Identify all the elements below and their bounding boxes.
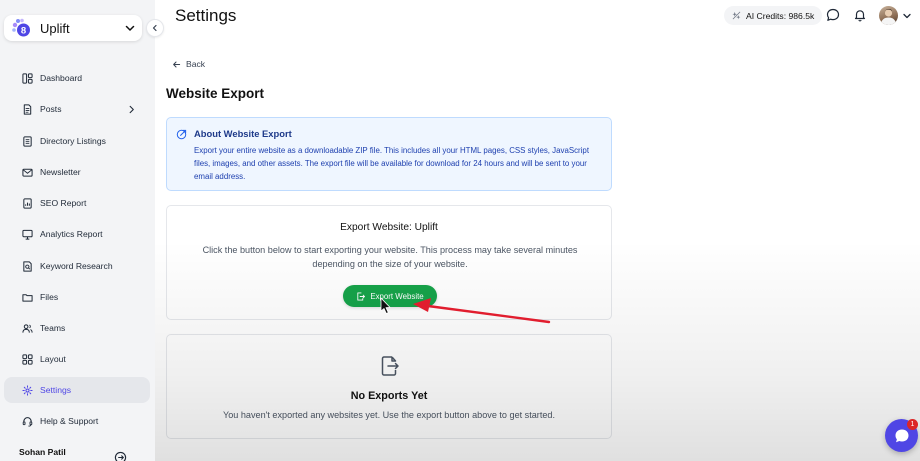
chat-bubble-icon xyxy=(895,429,908,442)
sidebar-item-label: Files xyxy=(40,292,59,302)
sidebar-item-label: Keyword Research xyxy=(40,261,113,271)
sidebar-item-newsletter[interactable]: Newsletter xyxy=(4,159,150,185)
sparkle-icon xyxy=(732,11,741,20)
grid-icon xyxy=(22,353,33,365)
export-title: Export Website: Uplift xyxy=(340,222,438,233)
workspace-switcher[interactable]: 8 Uplift xyxy=(4,15,142,41)
exports-empty-state: No Exports Yet You haven't exported any … xyxy=(166,334,612,439)
avatar-photo xyxy=(881,8,896,25)
sidebar-item-label: Teams xyxy=(40,323,66,333)
dashboard-icon xyxy=(22,72,33,84)
empty-state-description: You haven't exported any websites yet. U… xyxy=(222,410,556,420)
file-export-icon xyxy=(381,356,399,376)
sidebar-item-label: Layout xyxy=(40,354,66,364)
document-icon xyxy=(23,103,32,115)
external-link-icon xyxy=(176,129,187,140)
workspace-logo-badge: 8 xyxy=(21,26,26,37)
sidebar-item-label: Analytics Report xyxy=(40,229,103,239)
back-link[interactable]: Back xyxy=(172,59,205,69)
chevron-left-icon xyxy=(152,24,157,32)
ai-credits-label: AI Credits: 986.5k xyxy=(746,10,815,21)
workspace-logo-icon: 8 xyxy=(10,17,32,39)
sidebar-item-posts[interactable]: Posts xyxy=(4,96,150,122)
export-website-button[interactable]: Export Website xyxy=(343,285,437,307)
sidebar-item-directory-listings[interactable]: Directory Listings xyxy=(4,128,150,154)
monitor-icon xyxy=(22,229,33,240)
sidebar-item-layout[interactable]: Layout xyxy=(4,346,150,372)
sidebar-item-help-support[interactable]: Help & Support xyxy=(4,408,150,434)
workspace-name: Uplift xyxy=(40,20,70,36)
sidebar-item-label: Newsletter xyxy=(40,167,81,177)
mail-icon xyxy=(22,168,33,177)
arrow-left-icon xyxy=(173,60,181,68)
sidebar-item-keyword-research[interactable]: Keyword Research xyxy=(4,253,150,279)
chevron-down-icon[interactable] xyxy=(902,11,912,21)
chat-icon[interactable] xyxy=(826,8,840,22)
listing-icon xyxy=(23,135,32,147)
headset-icon xyxy=(22,416,33,427)
sidebar-item-analytics-report[interactable]: Analytics Report xyxy=(4,221,150,247)
folder-icon xyxy=(22,293,33,302)
search-document-icon xyxy=(23,260,32,272)
sidebar-item-seo-report[interactable]: SEO Report xyxy=(4,190,150,216)
user-name: Sohan Patil xyxy=(19,447,66,457)
chat-notification-badge: 1 xyxy=(907,419,918,430)
sidebar-item-label: Settings xyxy=(40,385,72,395)
gear-icon xyxy=(22,384,33,396)
info-title: About Website Export xyxy=(194,128,292,139)
export-card: Export Website: Uplift Click the button … xyxy=(166,205,612,320)
chevron-down-icon xyxy=(125,25,135,31)
info-text: Export your entire website as a download… xyxy=(194,146,590,181)
sidebar-item-label: SEO Report xyxy=(40,198,87,208)
sidebar-collapse-button[interactable] xyxy=(146,19,164,37)
page-title: Settings xyxy=(175,6,237,25)
sidebar-item-label: Directory Listings xyxy=(40,136,106,146)
sidebar-item-settings[interactable]: Settings xyxy=(4,377,150,403)
sidebar-item-label: Help & Support xyxy=(40,416,99,426)
bell-icon[interactable] xyxy=(853,8,867,22)
back-label: Back xyxy=(186,59,206,69)
export-button-label: Export Website xyxy=(370,291,424,301)
sidebar-item-teams[interactable]: Teams xyxy=(4,315,150,341)
ai-credits-badge[interactable]: AI Credits: 986.5k xyxy=(724,6,823,25)
sidebar: 8 Uplift Dashboard Posts Directory Listi… xyxy=(0,0,155,461)
report-icon xyxy=(23,197,32,209)
user-avatar[interactable] xyxy=(879,6,898,25)
export-description: Click the button below to start exportin… xyxy=(202,245,578,269)
section-title: Website Export xyxy=(166,86,265,101)
users-icon xyxy=(22,323,33,333)
sidebar-item-files[interactable]: Files xyxy=(4,284,150,310)
info-box: About Website Export Export your entire … xyxy=(166,117,612,191)
chevron-right-icon xyxy=(129,105,134,113)
sidebar-item-label: Posts xyxy=(40,104,62,114)
file-export-icon xyxy=(357,291,366,301)
sidebar-item-dashboard[interactable]: Dashboard xyxy=(4,65,150,91)
sidebar-item-label: Dashboard xyxy=(40,73,83,83)
empty-state-title: No Exports Yet xyxy=(350,390,428,402)
logout-icon[interactable] xyxy=(114,451,127,461)
